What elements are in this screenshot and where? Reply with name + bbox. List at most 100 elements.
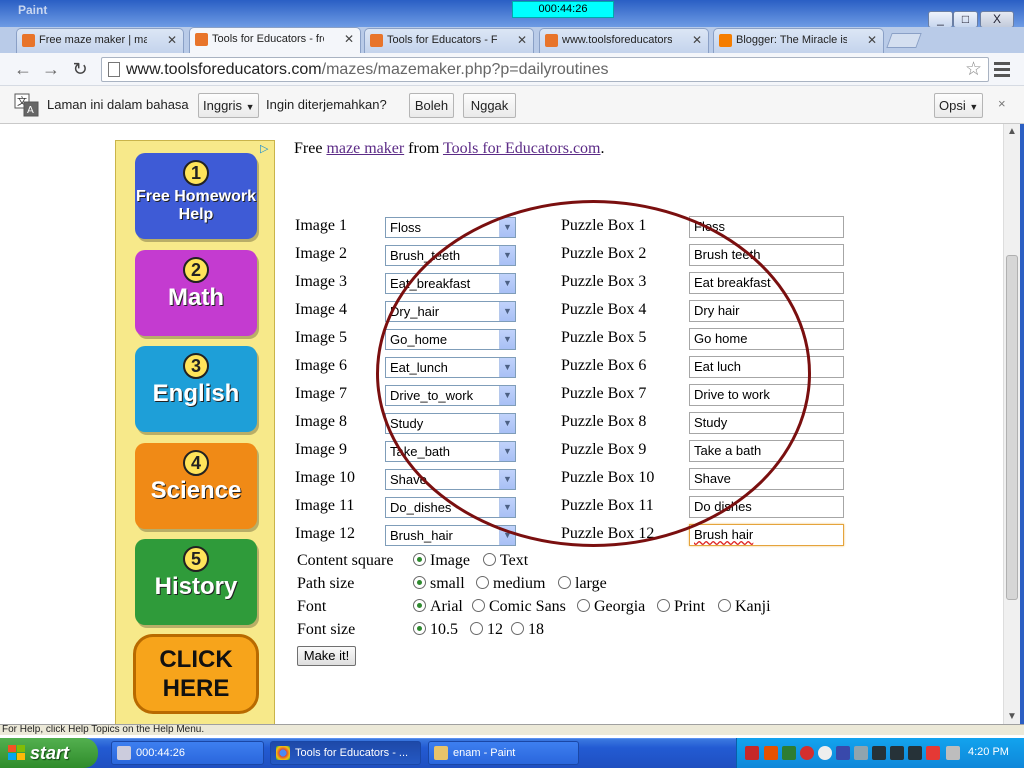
tab-toolsforeducators-url[interactable]: www.toolsforeducators.c ✕: [539, 28, 709, 53]
puzzle-box-input[interactable]: Floss: [689, 216, 844, 238]
tab-close-icon[interactable]: ✕: [867, 29, 877, 52]
maximize-button[interactable]: □: [953, 11, 978, 28]
tab-close-icon[interactable]: ✕: [167, 29, 177, 52]
vertical-scrollbar[interactable]: ▲ ▼: [1003, 124, 1020, 724]
ad-tile-math[interactable]: 2 Math: [135, 250, 257, 336]
content-square-radio-text[interactable]: Text: [483, 552, 528, 570]
image-select[interactable]: Eat_breakfast ▼: [385, 273, 516, 294]
tray-app-icon[interactable]: [854, 746, 868, 760]
path-size-radio-medium[interactable]: medium: [476, 575, 545, 593]
radio-button[interactable]: [413, 553, 426, 566]
puzzle-box-input[interactable]: Shave: [689, 468, 844, 490]
radio-button[interactable]: [657, 599, 670, 612]
image-select[interactable]: Brush_teeth ▼: [385, 245, 516, 266]
translate-yes-button[interactable]: Boleh: [409, 93, 454, 118]
ad-banner[interactable]: ▷ 1 Free Homework Help 2 Math 3 English …: [115, 140, 275, 725]
chevron-down-icon[interactable]: ▼: [499, 274, 515, 293]
puzzle-box-input[interactable]: Drive to work: [689, 384, 844, 406]
tab-free-maze-maker[interactable]: Free maze maker | mazes ✕: [16, 28, 184, 53]
image-select[interactable]: Study ▼: [385, 413, 516, 434]
font-size-radio-18[interactable]: 18: [511, 621, 544, 639]
tab-tools-for-educators-active[interactable]: Tools for Educators - free ✕: [189, 27, 361, 53]
font-radio-kanji[interactable]: Kanji: [718, 598, 771, 616]
tray-app-icon[interactable]: [764, 746, 778, 760]
minimize-button[interactable]: _: [928, 11, 953, 28]
radio-button[interactable]: [558, 576, 571, 589]
tab-blogger[interactable]: Blogger: The Miracle is Yo ✕: [713, 28, 884, 53]
language-select[interactable]: Inggris ▼: [198, 93, 259, 118]
font-radio-arial[interactable]: Arial: [413, 598, 463, 616]
tab-close-icon[interactable]: ✕: [517, 29, 527, 52]
chevron-down-icon[interactable]: ▼: [499, 386, 515, 405]
ad-click-here-button[interactable]: CLICK HERE: [133, 634, 259, 714]
radio-button[interactable]: [476, 576, 489, 589]
radio-button[interactable]: [511, 622, 524, 635]
puzzle-box-input[interactable]: Brush hair: [689, 524, 844, 546]
puzzle-box-input[interactable]: Take a bath: [689, 440, 844, 462]
radio-button[interactable]: [413, 576, 426, 589]
chevron-down-icon[interactable]: ▼: [499, 526, 515, 545]
puzzle-box-input[interactable]: Brush teeth: [689, 244, 844, 266]
ad-tile-english[interactable]: 3 English: [135, 346, 257, 432]
chevron-down-icon[interactable]: ▼: [499, 442, 515, 461]
chevron-down-icon[interactable]: ▼: [499, 498, 515, 517]
task-chrome[interactable]: Tools for Educators - ...: [270, 741, 421, 765]
chevron-down-icon[interactable]: ▼: [499, 302, 515, 321]
chevron-down-icon[interactable]: ▼: [499, 358, 515, 377]
content-square-radio-image[interactable]: Image: [413, 552, 470, 570]
path-size-radio-large[interactable]: large: [558, 575, 607, 593]
tab-close-icon[interactable]: ✕: [692, 29, 702, 52]
image-select[interactable]: Take_bath ▼: [385, 441, 516, 462]
maze-maker-link[interactable]: maze maker: [326, 140, 404, 157]
image-select[interactable]: Go_home ▼: [385, 329, 516, 350]
new-tab-button[interactable]: [886, 33, 922, 48]
puzzle-box-input[interactable]: Eat breakfast: [689, 272, 844, 294]
font-radio-georgia[interactable]: Georgia: [577, 598, 645, 616]
puzzle-box-input[interactable]: Dry hair: [689, 300, 844, 322]
radio-button[interactable]: [413, 622, 426, 635]
image-select[interactable]: Do_dishes ▼: [385, 497, 516, 518]
font-radio-print[interactable]: Print: [657, 598, 705, 616]
font-size-radio-10-5[interactable]: 10.5: [413, 621, 458, 639]
puzzle-box-input[interactable]: Do dishes: [689, 496, 844, 518]
puzzle-box-input[interactable]: Go home: [689, 328, 844, 350]
image-select[interactable]: Drive_to_work ▼: [385, 385, 516, 406]
back-arrow-icon[interactable]: ←: [12, 58, 34, 80]
image-select[interactable]: Eat_lunch ▼: [385, 357, 516, 378]
chevron-down-icon[interactable]: ▼: [499, 246, 515, 265]
radio-button[interactable]: [470, 622, 483, 635]
tab-tools-for-educators[interactable]: Tools for Educators - Free ✕: [364, 28, 534, 53]
address-bar[interactable]: www.toolsforeducators.com/mazes/mazemake…: [101, 57, 989, 82]
font-radio-comic-sans[interactable]: Comic Sans: [472, 598, 566, 616]
tray-app-icon[interactable]: [908, 746, 922, 760]
radio-button[interactable]: [483, 553, 496, 566]
scroll-down-arrow-icon[interactable]: ▼: [1007, 711, 1017, 722]
menu-icon[interactable]: [994, 59, 1010, 79]
translate-options-button[interactable]: Opsi ▼: [934, 93, 983, 118]
close-window-button[interactable]: X: [980, 11, 1014, 28]
radio-button[interactable]: [577, 599, 590, 612]
ad-tile-science[interactable]: 4 Science: [135, 443, 257, 529]
scroll-up-arrow-icon[interactable]: ▲: [1007, 126, 1017, 137]
translate-no-button[interactable]: Nggak: [463, 93, 516, 118]
forward-arrow-icon[interactable]: →: [40, 58, 62, 80]
ad-tile-homework-help[interactable]: 1 Free Homework Help: [135, 153, 257, 239]
tray-volume-icon[interactable]: [946, 746, 960, 760]
radio-button[interactable]: [718, 599, 731, 612]
image-select[interactable]: Shave ▼: [385, 469, 516, 490]
image-select[interactable]: Floss ▼: [385, 217, 516, 238]
tray-acrobat-icon[interactable]: [745, 746, 759, 760]
translate-close-icon[interactable]: ×: [998, 96, 1006, 111]
tray-app-icon[interactable]: [782, 746, 796, 760]
tray-ati-icon[interactable]: [926, 746, 940, 760]
image-select[interactable]: Dry_hair ▼: [385, 301, 516, 322]
tray-network-icon[interactable]: [836, 746, 850, 760]
chevron-down-icon[interactable]: ▼: [499, 470, 515, 489]
image-select[interactable]: Brush_hair ▼: [385, 525, 516, 546]
make-it-button[interactable]: Make it!: [297, 646, 356, 666]
tray-app-icon[interactable]: [818, 746, 832, 760]
task-timer[interactable]: 000:44:26: [111, 741, 264, 765]
tray-shield-icon[interactable]: [800, 746, 814, 760]
chevron-down-icon[interactable]: ▼: [499, 218, 515, 237]
reload-icon[interactable]: ↻: [69, 58, 91, 80]
